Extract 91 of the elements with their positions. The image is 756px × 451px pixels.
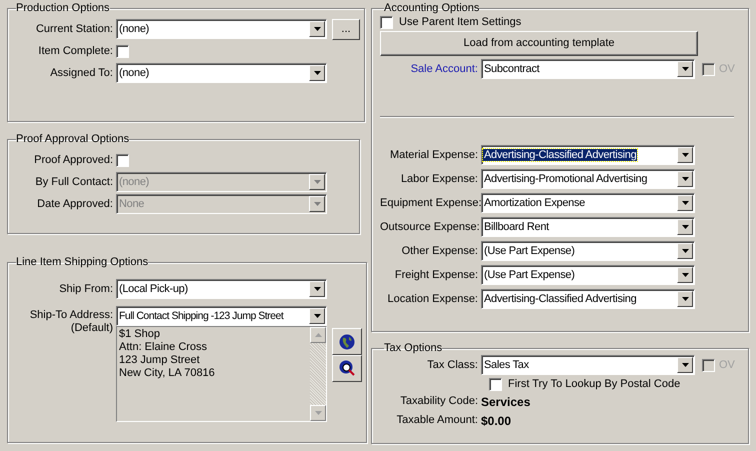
field-label: Other Expense: (400, 244, 478, 259)
caret-icon (682, 297, 688, 301)
address-box[interactable]: $1 Shop Attn: Elaine Cross 123 Jump Street New City, LA 70816 (116, 326, 327, 422)
combo-box[interactable]: (none) (116, 19, 327, 39)
field-label: Location Expense: (386, 292, 478, 307)
combo-value: (none) (118, 176, 150, 188)
scroll-arrow-icon (314, 333, 322, 337)
combo-value: None (118, 198, 146, 210)
address-line: Attn: Elaine Cross (119, 341, 208, 354)
scrollbar[interactable] (310, 327, 326, 421)
caret-icon (314, 287, 320, 291)
combo-value: (Local Pick-up) (118, 283, 189, 296)
combo-value: Amortization Expense (483, 197, 586, 210)
caret-icon (314, 180, 320, 184)
field-label: Assigned To: (49, 66, 113, 81)
group-title: Tax Options (384, 342, 442, 354)
caret-icon (314, 314, 320, 318)
caret-icon (314, 27, 320, 31)
checkbox[interactable] (702, 358, 715, 372)
field-label: Sale Account: (410, 62, 478, 77)
combo-box[interactable]: (Use Part Expense) (481, 265, 695, 285)
combo-value: Sales Tax (483, 359, 530, 372)
caret-icon (314, 71, 320, 75)
checkbox[interactable] (380, 16, 393, 28)
combo-box[interactable]: Sales Tax (481, 355, 695, 375)
combo-box[interactable]: Advertising-Promotional Advertising (481, 169, 695, 189)
field-label: Material Expense: (388, 148, 478, 163)
checkbox-label: Use Parent Item Settings (399, 14, 522, 30)
template-button[interactable]: Load from accounting template (380, 31, 698, 56)
caret-icon (682, 273, 688, 277)
caret-icon (682, 153, 688, 157)
checkbox[interactable] (702, 62, 715, 76)
combo-box[interactable]: Billboard Rent (481, 217, 695, 237)
field-label: Date Approved: (36, 196, 113, 212)
group-title: Line Item Shipping Options (16, 256, 148, 268)
globe-magnifier-icon (338, 360, 356, 377)
combo-value: (none) (118, 23, 150, 36)
info-value: $0.00 (481, 412, 512, 430)
combo-box[interactable]: Advertising-Classified Advertising (481, 145, 695, 165)
field-label: Proof Approved: (33, 152, 113, 168)
combo-box[interactable]: Subcontract (481, 59, 695, 79)
scroll-arrow-icon (314, 411, 322, 415)
combo-box[interactable]: (Use Part Expense) (481, 241, 695, 261)
combo-value: Subcontract (483, 63, 540, 76)
caret-icon (682, 225, 688, 229)
field-label: Outsource Expense: (380, 220, 478, 235)
field-label: Current Station: (34, 22, 113, 37)
combo-value: Billboard Rent (483, 221, 550, 234)
combo-value: Advertising-Classified Advertising (483, 149, 638, 162)
combo-box[interactable]: Amortization Expense (481, 193, 695, 213)
combo-box[interactable]: (Local Pick-up) (116, 279, 327, 299)
field-label: Equipment Expense: (380, 196, 478, 211)
globe-search-button[interactable] (332, 355, 362, 382)
field-label: Taxable Amount: (396, 413, 478, 428)
field-label: Tax Class: (426, 358, 478, 373)
checkbox[interactable] (116, 44, 129, 58)
caret-icon (682, 201, 688, 205)
combo-value: Advertising-Promotional Advertising (483, 173, 648, 186)
checkbox[interactable] (489, 378, 502, 390)
address-line: $1 Shop (119, 328, 161, 341)
caret-icon (314, 202, 320, 206)
caret-icon (682, 177, 688, 181)
field-label: Ship From: (58, 282, 113, 297)
caret-icon (682, 67, 688, 71)
field-label: Ship-To Address: (30, 309, 113, 322)
field-label: By Full Contact: (34, 174, 113, 190)
combo-box[interactable]: Full Contact Shipping -123 Jump Street (116, 306, 327, 326)
combo-value: (Use Part Expense) (483, 269, 576, 282)
field-label: Item Complete: (37, 44, 113, 59)
field-label: (Default) (70, 322, 113, 335)
caret-icon (682, 249, 688, 253)
globe-button[interactable] (332, 328, 362, 355)
combo-box[interactable]: Advertising-Classified Advertising (481, 289, 695, 309)
group-title: Proof Approval Options (16, 133, 130, 145)
caret-icon (682, 363, 688, 367)
field-label: Labor Expense: (400, 172, 478, 187)
group-title: Production Options (16, 2, 110, 14)
browse-button[interactable]: ... (332, 18, 360, 40)
combo-box[interactable]: (none) (116, 63, 327, 83)
field-label: Taxability Code: (399, 394, 478, 410)
combo-value: (Use Part Expense) (483, 245, 576, 258)
checkbox-label: First Try To Lookup By Postal Code (508, 376, 680, 392)
checkbox[interactable] (116, 154, 129, 166)
info-value: Services (481, 394, 530, 410)
group-title: Accounting Options (384, 2, 480, 14)
combo-value: Full Contact Shipping -123 Jump Street (118, 310, 284, 322)
combo-value: (none) (118, 67, 150, 80)
address-line: New City, LA 70816 (119, 367, 216, 380)
address-line: 123 Jump Street (119, 354, 201, 367)
combo-value: Advertising-Classified Advertising (483, 293, 638, 306)
field-label: Freight Expense: (394, 268, 478, 283)
